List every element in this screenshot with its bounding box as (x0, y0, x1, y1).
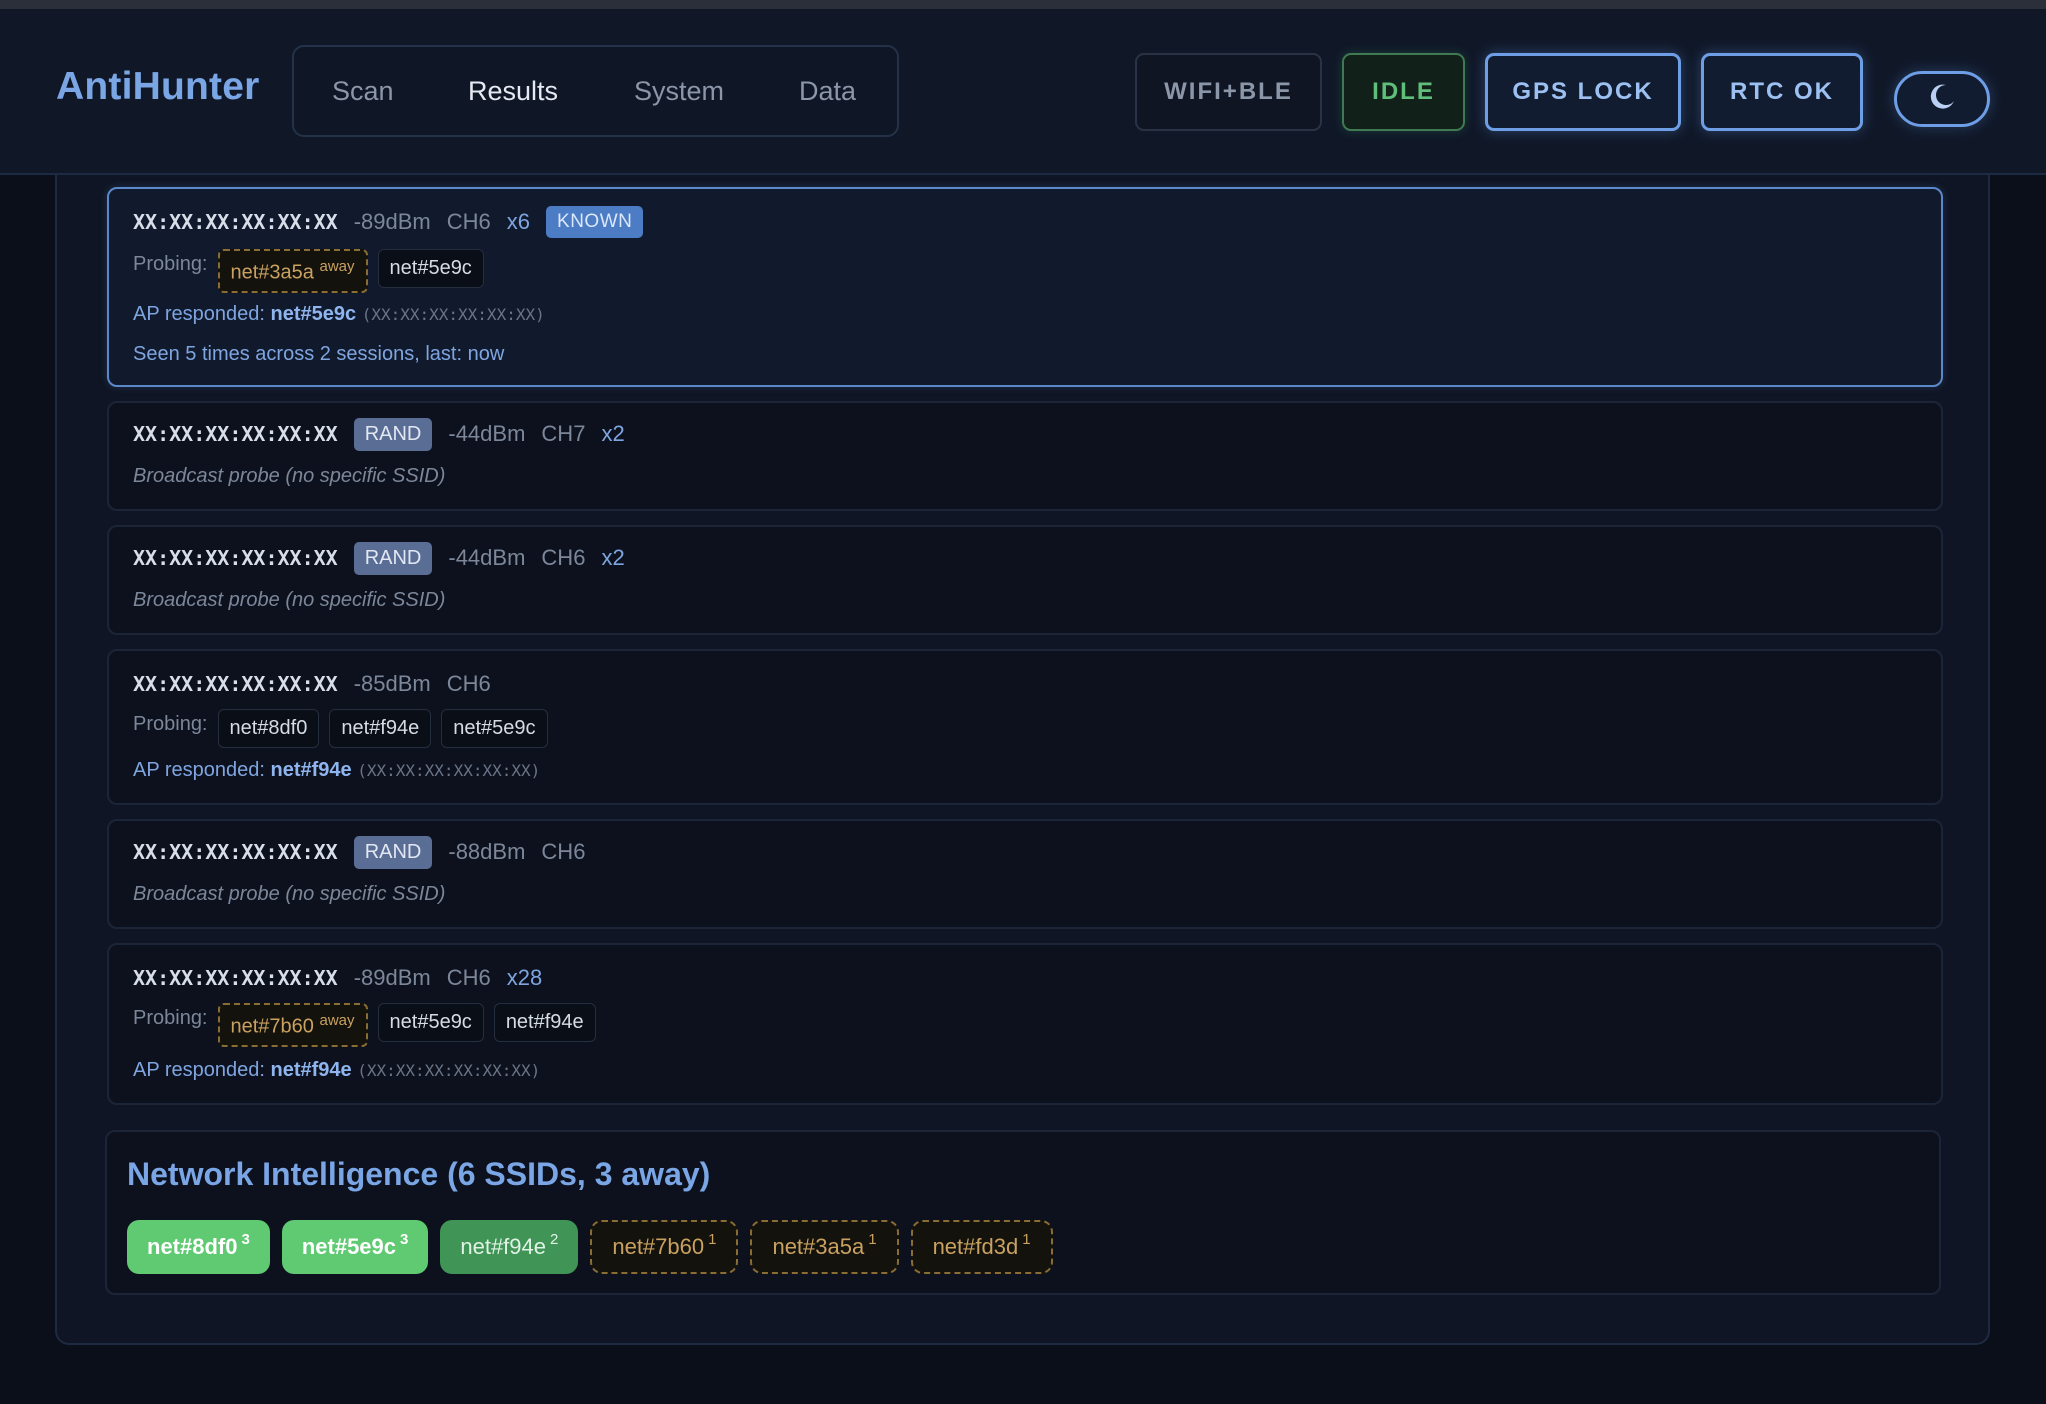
probing-row: Probing: net#7b60 away net#5e9c net#f94e (133, 1003, 606, 1047)
broadcast-probe-note: Broadcast probe (no specific SSID) (133, 883, 446, 905)
device-count: x6 (506, 209, 531, 234)
device-card[interactable]: XX:XX:XX:XX:XX:XX RAND -44dBm CH7 x2 Bro… (107, 401, 1943, 511)
device-card[interactable]: XX:XX:XX:XX:XX:XX RAND -44dBm CH6 x2 Bro… (107, 525, 1943, 635)
nav-tabs: Scan Results System Data (292, 45, 899, 137)
device-channel: CH6 (541, 545, 586, 570)
ssid-chip[interactable]: net#f94e (493, 1003, 596, 1042)
ssid-pill-list: net#8df0 3 net#5e9c 3 net#f94e 2 net#7b60 1 … (127, 1220, 1053, 1274)
device-channel: CH7 (541, 421, 586, 446)
ap-responded-line: AP responded: net#f94e (XX:XX:XX:XX:XX:X… (133, 1059, 541, 1081)
device-mac: XX:XX:XX:XX:XX:XX (133, 672, 338, 696)
tab-results[interactable]: Results (468, 47, 558, 135)
ssid-pill[interactable]: net#5e9c 3 (281, 1220, 429, 1274)
device-count: x28 (506, 965, 543, 990)
ssid-chip[interactable]: net#5e9c (377, 249, 484, 288)
device-rssi: -44dBm (448, 421, 526, 446)
ap-responded-line: AP responded: net#5e9c (XX:XX:XX:XX:XX:X… (133, 303, 545, 325)
device-rssi: -89dBm (353, 209, 431, 234)
idle-status-button[interactable]: IDLE (1342, 53, 1465, 131)
ssid-chip[interactable]: net#8df0 (217, 709, 320, 748)
scan-mode-button[interactable]: WIFI+BLE (1135, 53, 1322, 131)
device-rssi: -88dBm (448, 839, 526, 864)
ap-ssid: net#f94e (270, 1059, 352, 1081)
device-mac: XX:XX:XX:XX:XX:XX (133, 422, 338, 446)
ap-responded-line: AP responded: net#f94e (XX:XX:XX:XX:XX:X… (133, 759, 541, 781)
ap-bssid: (XX:XX:XX:XX:XX:XX) (357, 1061, 541, 1080)
probing-label: Probing: (133, 713, 208, 735)
device-count: x2 (601, 421, 625, 446)
device-card[interactable]: XX:XX:XX:XX:XX:XX -89dBm CH6 x6 KNOWN Pr… (107, 187, 1943, 387)
device-mac: XX:XX:XX:XX:XX:XX (133, 966, 338, 990)
device-rssi: -89dBm (353, 965, 431, 990)
device-card[interactable]: XX:XX:XX:XX:XX:XX RAND -88dBm CH6 Broadc… (107, 819, 1943, 929)
device-mac: XX:XX:XX:XX:XX:XX (133, 210, 338, 234)
tab-data[interactable]: Data (799, 47, 856, 135)
ssid-chip[interactable]: net#5e9c (377, 1003, 484, 1042)
ssid-chip[interactable]: net#f94e (329, 709, 432, 748)
device-count: x2 (601, 545, 625, 570)
ssid-chip-away[interactable]: net#7b60 away (217, 1003, 368, 1047)
rand-badge: RAND (353, 835, 433, 869)
device-card[interactable]: XX:XX:XX:XX:XX:XX -89dBm CH6 x28 Probing… (107, 943, 1943, 1105)
probing-row: Probing: net#3a5a away net#5e9c (133, 249, 494, 293)
ap-ssid: net#f94e (270, 759, 352, 781)
ssid-chip[interactable]: net#5e9c (441, 709, 548, 748)
gps-status-button[interactable]: GPS LOCK (1485, 53, 1681, 131)
app-brand: AntiHunter (56, 65, 260, 108)
window-top-strip (0, 0, 2046, 9)
device-channel: CH6 (446, 965, 491, 990)
tab-scan[interactable]: Scan (332, 47, 394, 135)
moon-icon (1927, 82, 1957, 117)
ssid-pill-away[interactable]: net#fd3d 1 (910, 1220, 1053, 1274)
ap-bssid: (XX:XX:XX:XX:XX:XX) (361, 305, 545, 324)
device-rssi: -85dBm (353, 671, 431, 696)
device-channel: CH6 (446, 209, 491, 234)
device-mac: XX:XX:XX:XX:XX:XX (133, 546, 338, 570)
ssid-pill[interactable]: net#f94e 2 (440, 1220, 579, 1274)
device-rssi: -44dBm (448, 545, 526, 570)
broadcast-probe-note: Broadcast probe (no specific SSID) (133, 465, 446, 487)
probing-row: Probing: net#8df0 net#f94e net#5e9c (133, 709, 558, 748)
ap-bssid: (XX:XX:XX:XX:XX:XX) (357, 761, 541, 780)
seen-summary: Seen 5 times across 2 sessions, last: no… (133, 343, 505, 365)
ssid-pill-away[interactable]: net#3a5a 1 (750, 1220, 899, 1274)
device-channel: CH6 (446, 671, 491, 696)
rand-badge: RAND (353, 417, 433, 451)
network-intelligence-card: Network Intelligence (6 SSIDs, 3 away) n… (105, 1130, 1941, 1295)
ap-ssid: net#5e9c (270, 303, 357, 325)
ssid-chip-away[interactable]: net#3a5a away (217, 249, 368, 293)
rtc-status-button[interactable]: RTC OK (1701, 53, 1863, 131)
app-header: AntiHunter Scan Results System Data WIFI… (0, 9, 2046, 175)
ssid-pill-away[interactable]: net#7b60 1 (590, 1220, 739, 1274)
tab-system[interactable]: System (634, 47, 724, 135)
probing-label: Probing: (133, 1007, 208, 1029)
rand-badge: RAND (353, 541, 433, 575)
known-badge: KNOWN (546, 206, 644, 238)
theme-toggle-button[interactable] (1894, 71, 1990, 127)
ssid-pill[interactable]: net#8df0 3 (127, 1220, 270, 1274)
device-channel: CH6 (541, 839, 586, 864)
probing-label: Probing: (133, 253, 208, 275)
broadcast-probe-note: Broadcast probe (no specific SSID) (133, 589, 446, 611)
device-card[interactable]: XX:XX:XX:XX:XX:XX -85dBm CH6 Probing: ne… (107, 649, 1943, 805)
intel-title: Network Intelligence (6 SSIDs, 3 away) (127, 1156, 711, 1192)
device-mac: XX:XX:XX:XX:XX:XX (133, 840, 338, 864)
